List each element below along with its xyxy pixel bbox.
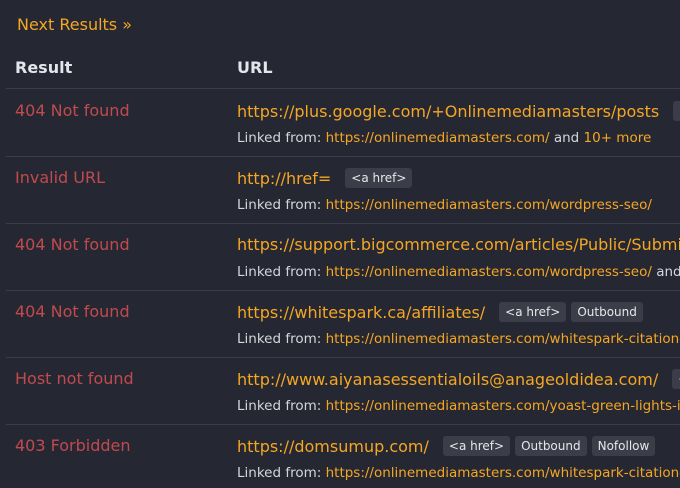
link-badges: <a href> [345,168,417,188]
link-type-badge: Nofollow [591,436,656,456]
source-page-link[interactable]: https://onlinemediamasters.com/wordpress… [326,264,652,280]
table-row: Host not found http://www.aiyanasessentia… [0,357,680,424]
next-results-link[interactable]: Next Results » [17,15,132,34]
linked-from-label: Linked from: [237,264,326,280]
linked-from: Linked from: https://onlinemediamasters.… [237,197,652,213]
linked-from-label: Linked from: [237,130,326,146]
table-row: 404 Not found https://plus.google.com/+On… [0,89,680,156]
url-line: http://www.aiyanasessentialoils@anageold… [237,369,680,389]
linked-from: Linked from: https://onlinemediamasters.… [237,264,680,280]
table-row: 404 Not found https://whitespark.ca/affil… [0,290,680,357]
linked-from: Linked from: https://onlinemediamasters.… [237,331,680,347]
linked-from: Linked from: https://onlinemediamasters.… [237,130,651,146]
table-row: Invalid URL http://href= <a href> Linked fr… [0,156,680,223]
linked-from: Linked from: https://onlinemediamasters.… [237,398,680,414]
linked-from-label: Linked from: [237,398,326,414]
link-type-badge: <a href> [442,436,511,456]
url-line: https://support.bigcommerce.com/articles… [237,235,680,254]
broken-url-link[interactable]: https://support.bigcommerce.com/articles… [237,235,680,254]
and-text: and [651,264,680,280]
source-page-link[interactable]: https://onlinemediamasters.com/whitespar… [326,331,680,347]
result-status: Host not found [15,369,134,388]
broken-url-link[interactable]: https://whitespark.ca/affiliates/ [237,303,485,322]
linked-from: Linked from: https://onlinemediamasters.… [237,465,680,481]
and-text: and [549,130,584,146]
table-header: Result URL [0,58,680,90]
link-badges: <a href> Outbound [499,302,648,322]
link-type-badge: <a href> [345,168,413,188]
source-page-link[interactable]: https://onlinemediamasters.com/yoast-gre… [326,398,680,414]
table-row: 403 Forbidden https://domsumup.com/ <a hre… [0,424,680,488]
result-column-header: Result [15,58,73,77]
link-badges: <a href> Outbound Nofollow [442,436,660,456]
broken-url-link[interactable]: http://www.aiyanasessentialoils@anageold… [237,370,658,389]
more-sources-link[interactable]: 10+ more [584,130,652,146]
table-row: 404 Not found https://support.bigcommerce… [0,223,680,290]
result-status: 404 Not found [15,235,130,254]
source-page-link[interactable]: https://onlinemediamasters.com/wordpress… [326,197,652,213]
source-page-link[interactable]: https://onlinemediamasters.com/ [326,130,550,146]
link-type-badge: <a href> [499,302,567,322]
url-line: http://href= <a href> [237,168,417,188]
url-line: https://domsumup.com/ <a href> Outbound Nof… [237,436,660,456]
link-badges: < [672,369,680,389]
link-type-badge: Outbound [515,436,587,456]
result-status: 404 Not found [15,302,130,321]
broken-url-link[interactable]: https://plus.google.com/+Onlinemediamast… [237,102,659,121]
linked-from-label: Linked from: [237,465,326,481]
url-line: https://whitespark.ca/affiliates/ <a href… [237,302,648,322]
source-page-link[interactable]: https://onlinemediamasters.com/whitespar… [326,465,680,481]
broken-url-link[interactable]: http://href= [237,169,331,188]
link-type-badge: < [672,369,680,389]
result-status: Invalid URL [15,168,106,187]
result-status: 404 Not found [15,101,130,120]
link-type-badge: Outbound [571,302,643,322]
url-column-header: URL [237,58,273,77]
result-status: 403 Forbidden [15,436,131,455]
broken-url-link[interactable]: https://domsumup.com/ [237,437,429,456]
linked-from-label: Linked from: [237,197,326,213]
link-type-badge: O [673,101,680,121]
linked-from-label: Linked from: [237,331,326,347]
link-badges: O [673,101,680,121]
url-line: https://plus.google.com/+Onlinemediamast… [237,101,680,121]
